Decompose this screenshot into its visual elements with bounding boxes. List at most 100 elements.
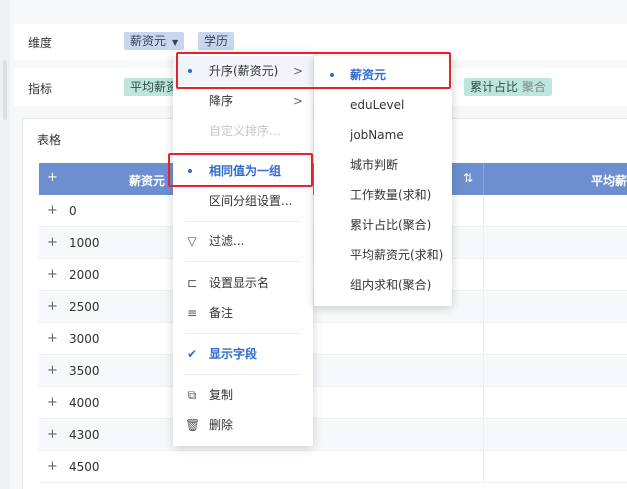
bullet-icon [188, 169, 192, 173]
dimension-row: 维度 薪资元 ▼ 学历 [14, 24, 627, 60]
menu-divider [185, 151, 301, 152]
dimension-chip-education[interactable]: 学历 [198, 32, 235, 50]
menu-item-note[interactable]: ≡ 备注 [173, 298, 313, 328]
submenu-item[interactable]: eduLevel [314, 90, 452, 120]
menu-divider [185, 374, 301, 375]
row-divider [483, 355, 484, 387]
menu-item-sort-asc[interactable]: 升序(薪资元) > [173, 56, 313, 86]
menu-item-filter[interactable]: ▽ 过滤... [173, 226, 313, 256]
expand-row-icon[interactable]: + [47, 267, 58, 282]
row-divider [483, 419, 484, 451]
note-icon: ≡ [186, 306, 198, 320]
row-divider [483, 227, 484, 259]
submenu-item[interactable]: 平均薪资元(求和) [314, 240, 452, 270]
menu-item-label: 复制 [209, 388, 234, 402]
row-value: 4000 [69, 396, 100, 410]
dimension-chip-salary-label: 薪资元 [130, 34, 167, 48]
menu-item-label: 过滤... [209, 234, 245, 248]
menu-item-label: 显示字段 [209, 347, 258, 361]
expand-row-icon[interactable]: + [47, 203, 58, 218]
expand-row-icon[interactable]: + [47, 299, 58, 314]
menu-item-custom-sort: 自定义排序... [173, 116, 313, 146]
expand-row-icon[interactable]: + [47, 363, 58, 378]
submenu-item[interactable]: jobName [314, 120, 452, 150]
menu-item-show-field[interactable]: ✔ 显示字段 [173, 339, 313, 369]
menu-divider [185, 221, 301, 222]
expand-row-icon[interactable]: + [47, 235, 58, 250]
table-row: +3500 [39, 355, 627, 387]
row-divider [483, 451, 484, 483]
table-row: +3000 [39, 323, 627, 355]
submenu-item-label: 薪资元 [350, 68, 387, 82]
row-divider [483, 323, 484, 355]
expand-row-icon[interactable]: + [47, 459, 58, 474]
row-value: 3000 [69, 332, 100, 346]
filter-icon: ▽ [187, 234, 197, 248]
header-avg-salary[interactable]: 平均薪 [591, 172, 627, 189]
row-value: 1000 [69, 236, 100, 250]
sort-icon[interactable]: ⇅ [463, 171, 473, 185]
menu-divider [185, 333, 301, 334]
row-value: 4300 [69, 428, 100, 442]
check-icon: ✔ [186, 347, 198, 361]
submenu-item-label: jobName [350, 128, 404, 142]
menu-item-same-group[interactable]: 相同值为一组 [173, 156, 313, 186]
expand-all-icon[interactable]: + [47, 170, 58, 185]
submenu-item[interactable]: 薪资元 [314, 60, 452, 90]
submenu-item-label: 累计占比(聚合) [350, 218, 432, 232]
dimension-chip-salary[interactable]: 薪资元 ▼ [124, 32, 185, 50]
submenu-item-label: 城市判断 [350, 158, 399, 172]
menu-item-copy[interactable]: ⧉ 复制 [173, 380, 313, 410]
indicator-chip-cumulative-sub: 聚合 [521, 80, 546, 94]
row-value: 0 [69, 204, 77, 218]
submenu-item-label: 组内求和(聚合) [350, 278, 432, 292]
left-scroll-strip [0, 0, 10, 489]
menu-item-label: 备注 [209, 306, 234, 320]
rename-icon: ⊏ [186, 276, 198, 290]
row-value: 2500 [69, 300, 100, 314]
bullet-icon [330, 73, 334, 77]
sort-field-submenu: 薪资元 eduLevel jobName 城市判断 工作数量(求和) 累计占比(… [314, 56, 452, 306]
table-title: 表格 [37, 133, 62, 147]
menu-divider [185, 261, 301, 262]
bullet-icon [188, 69, 192, 73]
row-divider [483, 291, 484, 323]
field-context-menu: 升序(薪资元) > 降序 > 自定义排序... 相同值为一组 区间分组设置...… [173, 52, 313, 446]
trash-icon: 🗑 [185, 418, 201, 432]
menu-item-label: 升序(薪资元) [209, 64, 279, 78]
submenu-item[interactable]: 工作数量(求和) [314, 180, 452, 210]
expand-row-icon[interactable]: + [47, 427, 58, 442]
expand-row-icon[interactable]: + [47, 331, 58, 346]
menu-item-label: 区间分组设置... [209, 194, 293, 208]
menu-item-label: 设置显示名 [209, 276, 270, 290]
dimension-label: 维度 [28, 36, 53, 50]
menu-item-delete[interactable]: 🗑 删除 [173, 410, 313, 440]
indicator-label: 指标 [28, 82, 53, 96]
submenu-item-label: 平均薪资元(求和) [350, 248, 444, 262]
menu-item-range-group[interactable]: 区间分组设置... [173, 186, 313, 216]
row-value: 4500 [69, 460, 100, 474]
submenu-item-label: eduLevel [350, 98, 405, 112]
submenu-item[interactable]: 累计占比(聚合) [314, 210, 452, 240]
table-row: +4000 [39, 387, 627, 419]
menu-item-display-name[interactable]: ⊏ 设置显示名 [173, 268, 313, 298]
menu-item-sort-desc[interactable]: 降序 > [173, 86, 313, 116]
chevron-right-icon: > [292, 94, 303, 108]
indicator-chip-cumulative-label: 累计占比 [470, 80, 519, 94]
submenu-item[interactable]: 组内求和(聚合) [314, 270, 452, 300]
header-divider [483, 163, 484, 195]
submenu-item[interactable]: 城市判断 [314, 150, 452, 180]
row-divider [483, 387, 484, 419]
menu-item-label: 删除 [209, 418, 234, 432]
left-scroll-thumb[interactable] [3, 60, 7, 120]
row-divider [483, 259, 484, 291]
header-salary[interactable]: 薪资元 [129, 172, 165, 189]
row-value: 2000 [69, 268, 100, 282]
chevron-down-icon[interactable]: ▼ [172, 38, 178, 47]
table-row: +4500 [39, 451, 627, 483]
row-divider [483, 195, 484, 227]
copy-icon: ⧉ [187, 388, 197, 402]
expand-row-icon[interactable]: + [47, 395, 58, 410]
menu-item-label: 自定义排序... [209, 124, 281, 138]
indicator-chip-cumulative[interactable]: 累计占比 聚合 [464, 78, 552, 96]
